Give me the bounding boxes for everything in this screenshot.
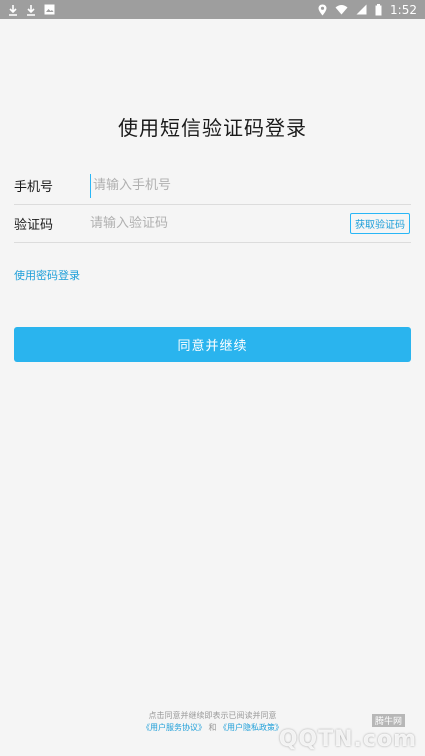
status-right-icons: 1:52 (318, 3, 417, 17)
get-code-button[interactable]: 获取验证码 (350, 213, 410, 234)
battery-icon (375, 3, 382, 17)
code-input[interactable] (90, 211, 350, 236)
phone-row: 手机号 (14, 167, 411, 205)
code-label: 验证码 (14, 218, 54, 233)
photo-icon (44, 3, 55, 17)
code-row: 验证码 获取验证码 (14, 205, 411, 243)
clock: 1:52 (390, 2, 417, 17)
status-left-icons (8, 3, 55, 17)
phone-input[interactable] (90, 173, 411, 198)
signal-icon (356, 3, 367, 17)
download-icon (8, 3, 18, 17)
watermark-tag: 腾牛网 (371, 714, 405, 727)
location-icon (318, 3, 327, 17)
wifi-icon (335, 3, 348, 17)
download-icon (26, 3, 36, 17)
password-login-link[interactable]: 使用密码登录 (14, 267, 80, 283)
watermark: 腾牛网 QQTN.com (267, 712, 417, 752)
page-title: 使用短信验证码登录 (118, 116, 307, 140)
watermark-logo: QQTN.com (278, 727, 417, 752)
agree-continue-button[interactable]: 同意并继续 (14, 327, 411, 362)
agreement-and: 和 (208, 723, 217, 732)
user-agreement-link[interactable]: 《用户服务协议》 (142, 723, 206, 732)
phone-label: 手机号 (14, 180, 54, 195)
status-bar: 1:52 (0, 0, 425, 19)
